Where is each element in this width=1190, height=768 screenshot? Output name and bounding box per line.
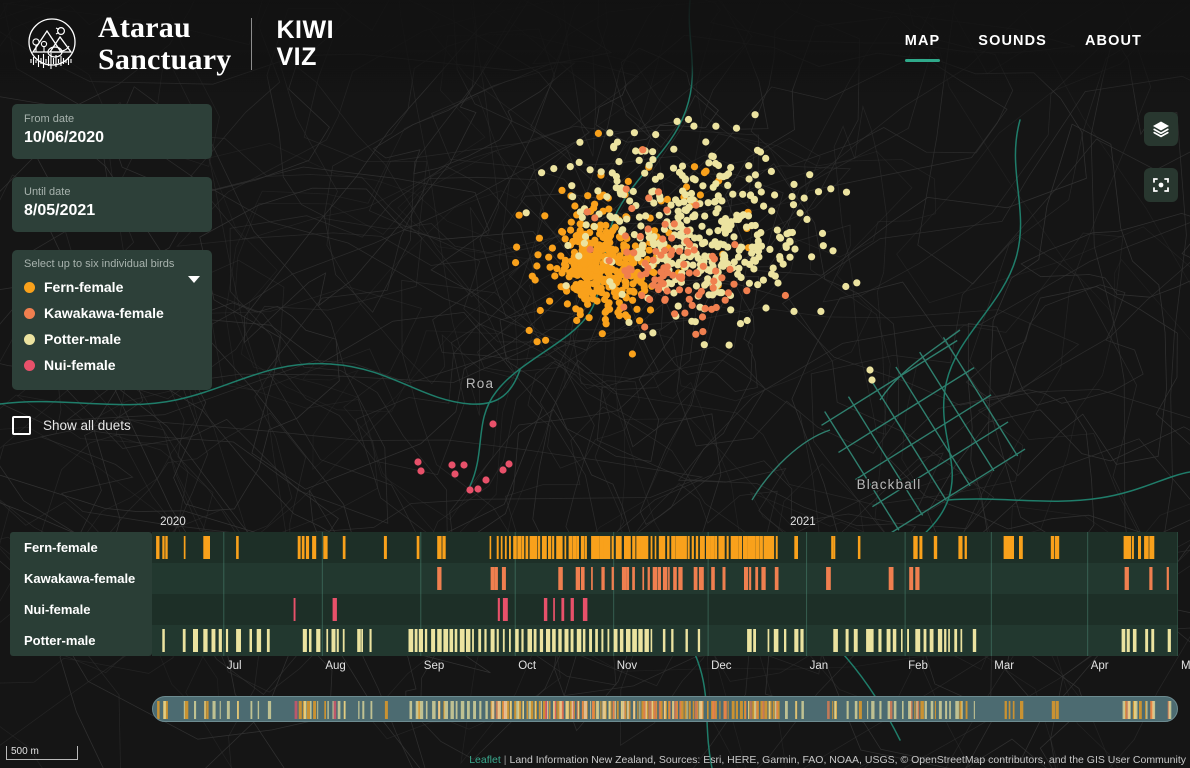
bird-name-label: Fern-female: [44, 279, 124, 295]
timeline-year-axis: 2020 2021: [152, 516, 1178, 532]
bird-name-label: Potter-male: [44, 331, 122, 347]
bird-color-swatch-icon: [24, 359, 35, 371]
until-date-field[interactable]: Until date 8/05/2021: [12, 177, 212, 232]
timeline-row-label[interactable]: Kawakawa-female: [24, 563, 135, 594]
timeline-month-tick: Oct: [518, 660, 537, 672]
timeline-month-tick: Dec: [711, 660, 732, 672]
timeline-month-tick: Sep: [423, 660, 445, 672]
timeline-month-axis: Jul Aug Sep Oct Nov Dec Jan Feb Mar Apr May: [152, 660, 1190, 680]
brand-lockup: Atarau Sanctuary KIWI VIZ: [20, 12, 334, 76]
nav-item-map[interactable]: MAP: [904, 33, 941, 62]
brand-title: Atarau Sanctuary: [98, 11, 232, 76]
timeline-row-label[interactable]: Nui-female: [24, 594, 90, 625]
timeline-row-labels: Fern-female Kawakawa-female Nui-female Pott…: [10, 532, 152, 656]
duets-label: Show all duets: [43, 418, 131, 433]
show-all-duets-toggle[interactable]: Show all duets: [12, 416, 212, 435]
map-scale-label: 500 m: [11, 746, 39, 757]
nav-item-about[interactable]: ABOUT: [1085, 33, 1142, 62]
bird-select-dropdown[interactable]: Select up to six individual birds Fern-f…: [12, 250, 212, 390]
bird-select-label: Select up to six individual birds: [24, 258, 175, 270]
timeline-event-marks: [152, 532, 1178, 656]
map-attribution: Leaflet | Land Information New Zealand, So…: [469, 754, 1186, 766]
selected-bird-item[interactable]: Nui-female: [24, 352, 200, 378]
kiwi-viz-app: Roa Blackball Atarau Sanctuary KIWI VIZ …: [0, 0, 1190, 768]
control-panel: From date 10/06/2020 Until date 8/05/202…: [12, 104, 212, 435]
attribution-separator: |: [503, 754, 507, 766]
timeline-month-tick: Nov: [616, 660, 638, 672]
timeline-brush-slider[interactable]: [152, 696, 1178, 722]
selected-bird-item[interactable]: Potter-male: [24, 326, 200, 352]
brand-divider: [251, 18, 253, 70]
bird-color-swatch-icon: [24, 333, 35, 345]
until-date-label: Until date: [24, 186, 71, 198]
bird-color-swatch-icon: [24, 307, 35, 319]
map-scale-bar: 500 m: [6, 746, 78, 760]
locate-button[interactable]: [1144, 168, 1178, 202]
selected-bird-item[interactable]: Kawakawa-female: [24, 300, 200, 326]
timeline-year-tick: 2021: [790, 516, 816, 528]
chevron-down-icon[interactable]: [188, 276, 200, 283]
layers-icon: [1153, 121, 1169, 138]
timeline-month-tick: Apr: [1090, 660, 1109, 672]
brand-subtitle: KIWI VIZ: [276, 16, 335, 71]
timeline-plot[interactable]: [152, 532, 1178, 656]
duets-checkbox[interactable]: [12, 416, 31, 435]
timeline-row-label[interactable]: Potter-male: [24, 625, 96, 656]
locate-target-icon: [1153, 178, 1169, 192]
timeline-month-tick: Feb: [908, 660, 928, 672]
map-place-label: Blackball: [857, 477, 922, 492]
sanctuary-logo-icon: [28, 18, 76, 69]
bird-color-swatch-icon: [24, 281, 35, 293]
from-date-label: From date: [24, 113, 75, 125]
timeline-month-tick: Aug: [325, 660, 346, 672]
until-date-value: 8/05/2021: [24, 202, 96, 219]
brush-overview-marks: [157, 701, 1172, 719]
timeline-month-tick: Jul: [226, 660, 242, 672]
from-date-field[interactable]: From date 10/06/2020: [12, 104, 212, 159]
timeline-chart: 2020 2021 Fern-female Kawakawa-female Nui-f…: [0, 516, 1190, 744]
timeline-month-tick: May: [1181, 660, 1190, 672]
layers-button[interactable]: [1144, 112, 1178, 146]
attribution-text: Land Information New Zealand, Sources: E…: [509, 754, 1186, 766]
nav-item-sounds[interactable]: SOUNDS: [978, 33, 1047, 62]
timeline-month-tick: Jan: [809, 660, 829, 672]
leaflet-link[interactable]: Leaflet: [469, 754, 501, 766]
selected-birds-list: Fern-female Kawakawa-female Potter-male Nui…: [24, 274, 200, 378]
main-nav: MAP SOUNDS ABOUT: [904, 33, 1142, 62]
from-date-value: 10/06/2020: [24, 129, 105, 146]
map-place-label: Roa: [466, 376, 494, 391]
bird-name-label: Nui-female: [44, 357, 116, 373]
timeline-row-label[interactable]: Fern-female: [24, 532, 98, 563]
selected-bird-item[interactable]: Fern-female: [24, 274, 200, 300]
timeline-month-tick: Mar: [994, 660, 1015, 672]
bird-name-label: Kawakawa-female: [44, 305, 164, 321]
timeline-year-tick: 2020: [160, 516, 186, 528]
